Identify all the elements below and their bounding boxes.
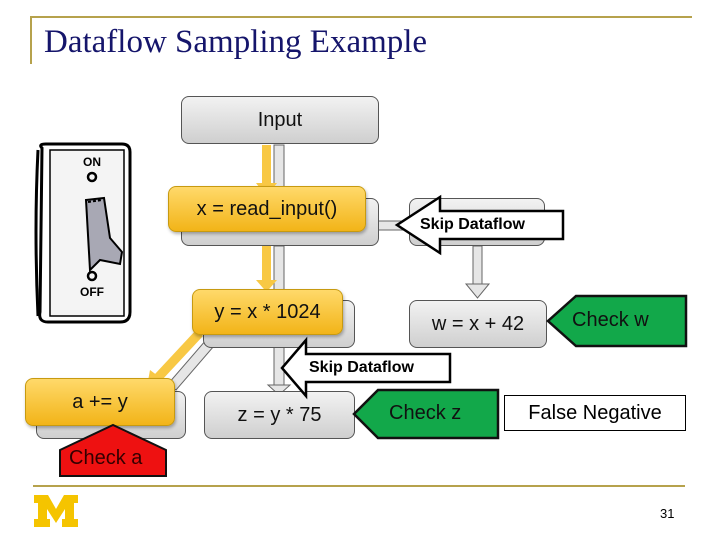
university-m-logo-icon [34, 495, 78, 527]
switch-off-label: OFF [80, 285, 104, 299]
skip-dataflow-2-label: Skip Dataflow [309, 359, 414, 376]
false-negative-label: False Negative [504, 395, 686, 431]
page-number: 31 [660, 506, 675, 521]
switch-on-label: ON [83, 155, 101, 169]
false-negative-text: False Negative [528, 401, 662, 424]
footer-rule [33, 485, 685, 487]
check-a-label: Check a [69, 447, 143, 469]
check-w-label: Check w [572, 309, 649, 331]
light-switch-icon: ON OFF [34, 142, 132, 324]
check-z-label: Check z [389, 402, 462, 424]
skip-dataflow-1-label: Skip Dataflow [420, 216, 525, 233]
